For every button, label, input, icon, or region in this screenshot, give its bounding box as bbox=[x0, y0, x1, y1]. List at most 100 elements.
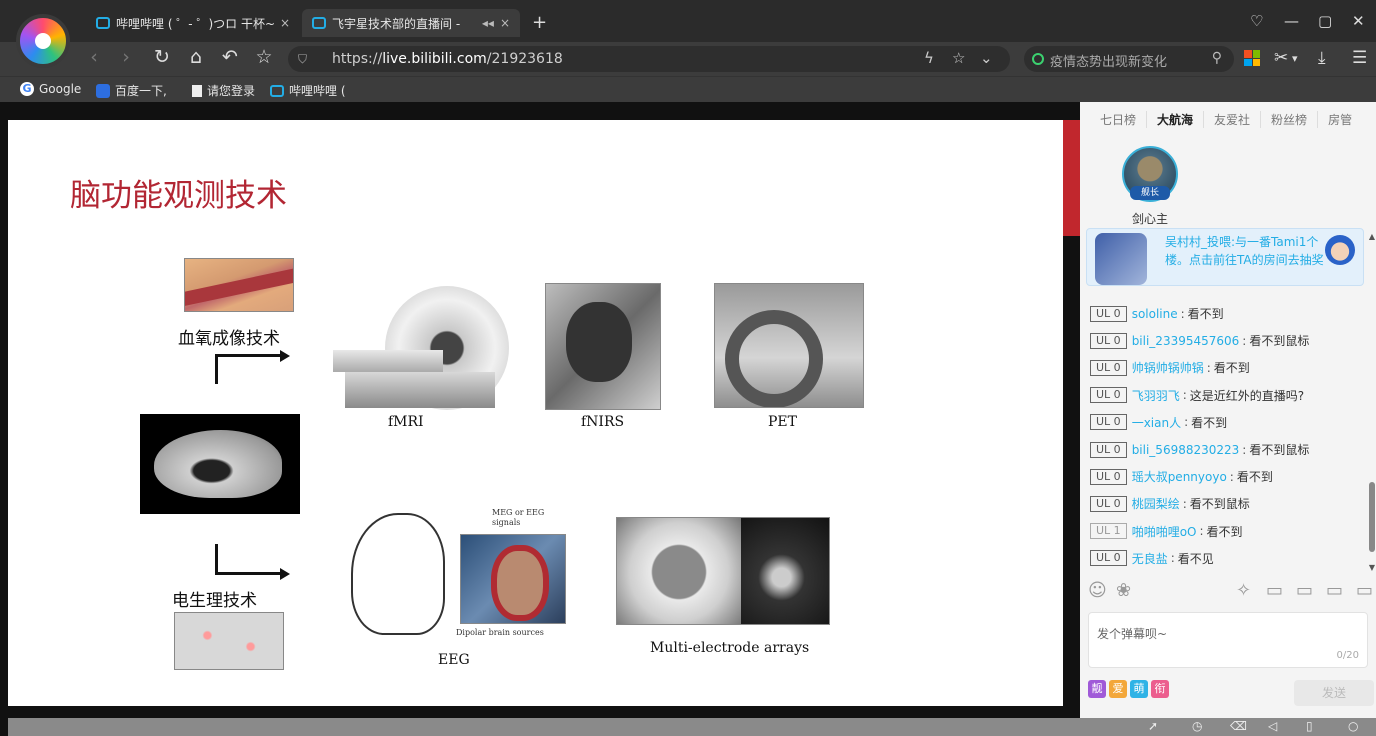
medal-badge[interactable]: 靓 bbox=[1088, 680, 1106, 698]
danmaku-username[interactable]: 无良盐 bbox=[1132, 550, 1168, 567]
label-electrophysiology: 电生理技术 bbox=[172, 591, 257, 611]
danmaku-row[interactable]: UL 0 桃园梨绘: 看不到鼠标 bbox=[1090, 490, 1360, 517]
emoji-icon[interactable]: ☺ bbox=[1088, 580, 1107, 601]
user-level-badge: UL 0 bbox=[1090, 359, 1127, 376]
reload-icon[interactable]: ↻ bbox=[150, 46, 174, 68]
danmaku-row[interactable]: UL 0 飞羽羽飞: 这是近红外的直播吗? bbox=[1090, 382, 1360, 409]
screen-icon[interactable]: ▭ bbox=[1296, 580, 1313, 601]
danmaku-separator: : bbox=[1170, 551, 1175, 566]
tab-live-room[interactable]: 飞宇星技术部的直播间 - ◂◂ × bbox=[302, 9, 520, 37]
title-bar: 哔哩哔哩 ( ゜- ゜)つロ 干杯~- × 飞宇星技术部的直播间 - ◂◂ × … bbox=[0, 0, 1376, 42]
volume-icon[interactable]: ◁ bbox=[1268, 719, 1277, 733]
danmaku-username[interactable]: 帅锅帅锅帅锅 bbox=[1132, 359, 1204, 376]
scroll-down-icon[interactable]: ▼ bbox=[1369, 563, 1375, 572]
danmaku-username[interactable]: bili_23395457606 bbox=[1132, 334, 1240, 348]
medal-badge[interactable]: 爱 bbox=[1109, 680, 1127, 698]
scissors-icon[interactable]: ✂ bbox=[1274, 48, 1288, 68]
gift-notice-banner[interactable]: 吴村村_投喂:与一番Tami1个楼。点击前往TA的房间去抽奖 bbox=[1086, 228, 1364, 286]
danmaku-username[interactable]: sololine bbox=[1132, 307, 1178, 321]
back-icon[interactable]: ‹ bbox=[82, 46, 106, 68]
message-icon[interactable]: ▭ bbox=[1266, 580, 1283, 601]
arrow-down-line bbox=[215, 544, 218, 574]
notice-text: 吴村村_投喂:与一番Tami1个楼。点击前往TA的房间去抽奖 bbox=[1165, 235, 1324, 267]
guard-username[interactable]: 剑心主 bbox=[1110, 210, 1190, 227]
url-text[interactable]: https://live.bilibili.com/21923618 bbox=[332, 51, 563, 67]
search-suggestion[interactable]: 疫情态势出现新变化 bbox=[1050, 51, 1167, 70]
favorite-star-icon[interactable]: ☆ bbox=[252, 46, 276, 68]
settings-icon[interactable]: ▭ bbox=[1356, 580, 1373, 601]
danmaku-username[interactable]: 一xian人 bbox=[1132, 414, 1181, 431]
danmaku-username[interactable]: 瑶大叔pennyoyo bbox=[1132, 468, 1227, 485]
tab-room-admin[interactable]: 房管 bbox=[1318, 111, 1362, 128]
search-engine-icon bbox=[1032, 53, 1044, 65]
user-level-badge: UL 0 bbox=[1090, 387, 1127, 404]
address-bar[interactable]: ⛉ https://live.bilibili.com/21923618 ϟ ☆… bbox=[288, 46, 1010, 72]
bookmark-star-icon[interactable]: ☆ bbox=[952, 49, 965, 67]
scissors-dropdown-icon[interactable]: ▾ bbox=[1292, 52, 1298, 65]
danmaku-username[interactable]: 啪啪啪哩oO bbox=[1132, 523, 1197, 540]
gift-icon[interactable]: ✧ bbox=[1236, 580, 1251, 601]
trash-icon[interactable]: ⌫ bbox=[1230, 719, 1247, 733]
close-window-button[interactable]: ✕ bbox=[1352, 12, 1365, 30]
bookmark-bilibili[interactable]: 哔哩哔哩 ( bbox=[270, 82, 346, 99]
danmaku-row[interactable]: UL 0 bili_56988230223: 看不到鼠标 bbox=[1090, 436, 1360, 463]
scrollbar-thumb[interactable] bbox=[1369, 482, 1375, 552]
search-box[interactable]: 疫情态势出现新变化 ⚲ bbox=[1024, 46, 1234, 72]
danmaku-username[interactable]: 桃园梨绘 bbox=[1132, 495, 1180, 512]
palette-icon[interactable]: ❀ bbox=[1116, 580, 1131, 601]
minimize-button[interactable]: — bbox=[1284, 12, 1299, 30]
dipolar-sources-label: Dipolar brain sources bbox=[456, 628, 544, 637]
user-icon[interactable]: ○ bbox=[1348, 719, 1358, 733]
chevron-down-icon[interactable]: ⌄ bbox=[980, 49, 993, 67]
edit-icon[interactable]: ▭ bbox=[1326, 580, 1343, 601]
tab-fans-rank[interactable]: 粉丝榜 bbox=[1261, 110, 1319, 128]
window-icon[interactable]: ▯ bbox=[1306, 719, 1313, 733]
danmaku-row[interactable]: UL 0 无良盐: 看不见 bbox=[1090, 545, 1360, 572]
bookmark-login[interactable]: 请您登录 bbox=[192, 82, 255, 99]
rocket-icon[interactable]: ➚ bbox=[1148, 719, 1158, 733]
danmaku-row[interactable]: UL 0 一xian人: 看不到 bbox=[1090, 409, 1360, 436]
danmaku-separator: : bbox=[1184, 415, 1189, 430]
danmaku-separator: : bbox=[1242, 333, 1247, 348]
danmaku-row[interactable]: UL 0 bili_23395457606: 看不到鼠标 bbox=[1090, 327, 1360, 354]
multi-electrode-photo bbox=[616, 517, 830, 625]
mute-icon[interactable]: ◂◂ bbox=[482, 16, 494, 30]
apps-grid-icon[interactable] bbox=[1244, 50, 1260, 66]
new-tab-button[interactable]: + bbox=[532, 12, 547, 33]
close-tab-icon[interactable]: × bbox=[500, 16, 510, 30]
forward-icon[interactable]: › bbox=[114, 46, 138, 68]
home-icon[interactable]: ⌂ bbox=[184, 46, 208, 68]
danmaku-input[interactable]: 发个弹幕呗~ 0/20 bbox=[1088, 612, 1368, 668]
tab-seven-day-rank[interactable]: 七日榜 bbox=[1090, 110, 1148, 128]
brain-slice-image bbox=[140, 414, 300, 514]
maximize-button[interactable]: ▢ bbox=[1318, 12, 1332, 30]
label-blood-oxygen: 血氧成像技术 bbox=[178, 329, 280, 349]
search-icon[interactable]: ⚲ bbox=[1212, 50, 1222, 66]
danmaku-username[interactable]: 飞羽羽飞 bbox=[1132, 387, 1180, 404]
lightning-icon[interactable]: ϟ bbox=[924, 49, 934, 67]
tab-friendship[interactable]: 友爱社 bbox=[1204, 110, 1262, 128]
danmaku-username[interactable]: bili_56988230223 bbox=[1132, 443, 1240, 457]
download-icon[interactable]: ⤓ bbox=[1318, 48, 1326, 68]
danmaku-row[interactable]: UL 0 瑶大叔pennyoyo: 看不到 bbox=[1090, 463, 1360, 490]
undo-close-icon[interactable]: ↶ bbox=[218, 46, 242, 68]
tab-title: 哔哩哔哩 ( ゜- ゜)つロ 干杯~- bbox=[116, 16, 274, 31]
danmaku-row[interactable]: UL 0 sololine: 看不到 bbox=[1090, 300, 1360, 327]
send-button[interactable]: 发送 bbox=[1294, 680, 1374, 706]
bookmark-google[interactable]: G Google bbox=[20, 82, 81, 96]
danmaku-row[interactable]: UL 1 啪啪啪哩oO: 看不到 bbox=[1090, 518, 1360, 545]
scroll-up-icon[interactable]: ▲ bbox=[1369, 232, 1375, 241]
skin-icon[interactable]: ♡ bbox=[1250, 12, 1263, 30]
browser-logo[interactable] bbox=[16, 14, 70, 68]
danmaku-toolbar: ☺ ❀ ✧ ▭ ▭ ▭ ▭ bbox=[1080, 580, 1376, 606]
danmaku-row[interactable]: UL 0 帅锅帅锅帅锅: 看不到 bbox=[1090, 354, 1360, 381]
clock-icon[interactable]: ◷ bbox=[1192, 719, 1202, 733]
tab-guard[interactable]: 大航海 bbox=[1147, 110, 1205, 128]
fmri-scanner-image bbox=[333, 280, 523, 420]
tab-bilibili-home[interactable]: 哔哩哔哩 ( ゜- ゜)つロ 干杯~- × bbox=[86, 9, 300, 37]
menu-icon[interactable]: ☰ bbox=[1352, 48, 1367, 68]
bookmark-baidu[interactable]: 百度一下, bbox=[96, 82, 167, 99]
close-tab-icon[interactable]: × bbox=[280, 16, 290, 30]
medal-badge[interactable]: 衔 bbox=[1151, 680, 1169, 698]
medal-badge[interactable]: 萌 bbox=[1130, 680, 1148, 698]
